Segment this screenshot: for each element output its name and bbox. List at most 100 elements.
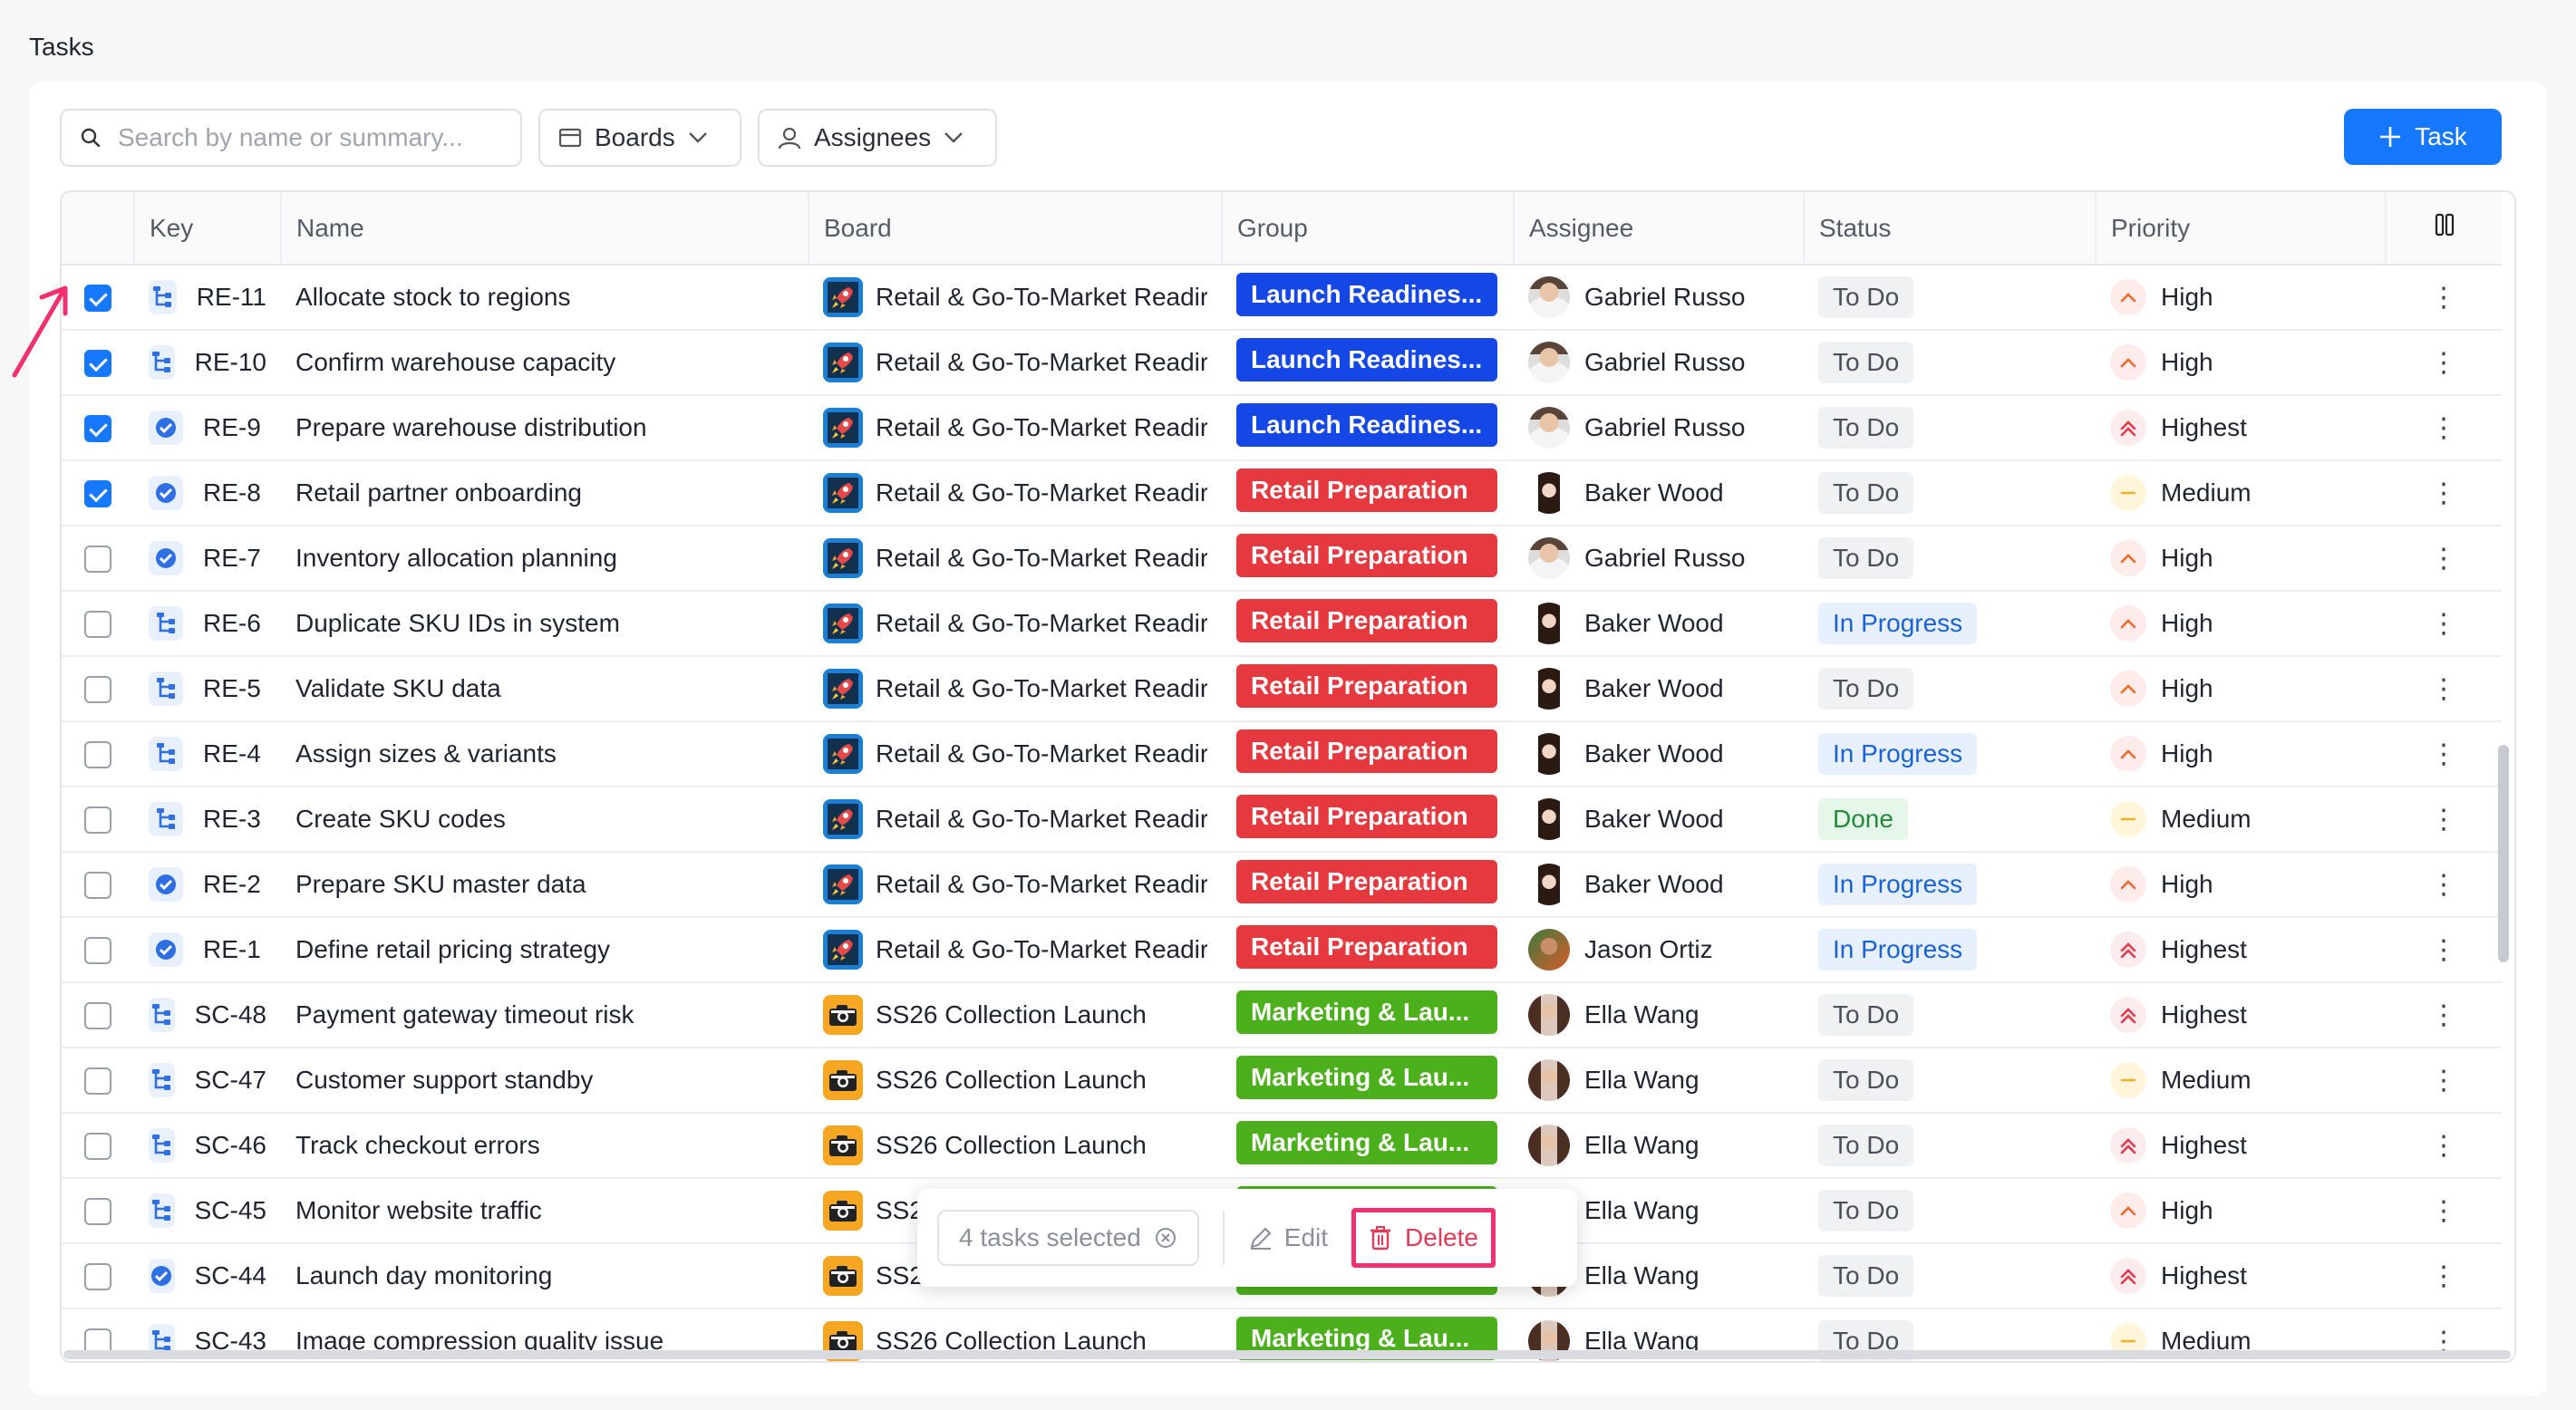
row-checkbox[interactable] (84, 1002, 111, 1030)
status-badge[interactable]: To Do (1818, 1125, 1914, 1166)
edit-button[interactable]: Edit (1248, 1223, 1328, 1252)
row-actions-icon[interactable]: ⋮ (2386, 721, 2502, 787)
priority-label[interactable]: High (2161, 870, 2213, 899)
task-name[interactable]: Assign sizes & variants (295, 739, 557, 768)
task-key[interactable]: RE-8 (203, 478, 261, 507)
row-actions-icon[interactable]: ⋮ (2386, 526, 2502, 592)
assignee-name[interactable]: Baker Wood (1584, 478, 1724, 507)
priority-label[interactable]: Highest (2161, 1261, 2247, 1290)
board-name[interactable]: Retail & Go-To-Market Readir (876, 935, 1207, 964)
assignee-name[interactable]: Baker Wood (1584, 609, 1724, 638)
status-badge[interactable]: In Progress (1818, 929, 1978, 971)
task-key[interactable]: SC-47 (195, 1066, 266, 1095)
task-name[interactable]: Launch day monitoring (295, 1261, 552, 1289)
row-actions-icon[interactable]: ⋮ (2386, 1113, 2502, 1179)
assignee-name[interactable]: Ella Wang (1584, 1261, 1700, 1290)
task-key[interactable]: RE-2 (203, 870, 261, 899)
group-tag[interactable]: Marketing & Lau... (1236, 1120, 1497, 1164)
column-header-status[interactable]: Status (1804, 192, 2097, 266)
search-box[interactable] (60, 109, 522, 167)
delete-button[interactable]: Delete (1351, 1208, 1496, 1268)
task-key[interactable]: RE-9 (203, 413, 261, 442)
priority-label[interactable]: Highest (2161, 1000, 2247, 1029)
group-tag[interactable]: Launch Readines... (1236, 402, 1497, 447)
status-badge[interactable]: To Do (1818, 342, 1914, 383)
assignee-name[interactable]: Gabriel Russo (1584, 348, 1745, 377)
table-row[interactable]: RE-5 Validate SKU data Retail & Go-To-Ma… (62, 656, 2502, 722)
row-checkbox[interactable] (84, 1198, 111, 1226)
status-badge[interactable]: To Do (1818, 668, 1914, 710)
row-checkbox[interactable] (84, 611, 111, 639)
status-badge[interactable]: To Do (1818, 537, 1914, 579)
task-key[interactable]: RE-11 (197, 283, 266, 312)
status-badge[interactable]: To Do (1818, 472, 1914, 514)
assignees-dropdown[interactable]: Assignees (758, 109, 997, 167)
column-header-key[interactable]: Key (134, 192, 282, 266)
assignee-name[interactable]: Gabriel Russo (1584, 544, 1745, 573)
table-row[interactable]: RE-1 Define retail pricing strategy Reta… (62, 917, 2502, 983)
task-key[interactable]: SC-46 (195, 1131, 266, 1160)
row-actions-icon[interactable]: ⋮ (2386, 460, 2502, 526)
table-row[interactable]: RE-7 Inventory allocation planning Retai… (62, 526, 2502, 592)
board-name[interactable]: Retail & Go-To-Market Readir (876, 609, 1207, 638)
group-tag[interactable]: Retail Preparation (1236, 663, 1497, 708)
priority-label[interactable]: High (2161, 348, 2213, 377)
add-task-button[interactable]: Task (2344, 109, 2502, 165)
boards-dropdown[interactable]: Boards (538, 109, 741, 167)
table-row[interactable]: RE-2 Prepare SKU master data Retail & Go… (62, 852, 2502, 918)
priority-label[interactable]: High (2161, 674, 2213, 703)
board-name[interactable]: SS26 Collection Launch (876, 1066, 1147, 1095)
board-name[interactable]: Retail & Go-To-Market Readir (876, 870, 1207, 899)
priority-label[interactable]: High (2161, 609, 2213, 638)
row-checkbox[interactable] (84, 1133, 111, 1161)
status-badge[interactable]: In Progress (1818, 733, 1978, 775)
row-actions-icon[interactable]: ⋮ (2386, 852, 2502, 918)
row-actions-icon[interactable]: ⋮ (2386, 656, 2502, 722)
status-badge[interactable]: To Do (1818, 1255, 1914, 1297)
row-checkbox[interactable] (84, 937, 111, 965)
status-badge[interactable]: To Do (1818, 1059, 1914, 1101)
board-name[interactable]: SS26 Collection Launch (876, 1131, 1147, 1160)
priority-label[interactable]: High (2161, 283, 2213, 312)
group-tag[interactable]: Marketing & Lau... (1236, 1055, 1497, 1099)
table-row[interactable]: RE-9 Prepare warehouse distribution Reta… (62, 395, 2502, 461)
assignee-name[interactable]: Baker Wood (1584, 674, 1724, 703)
table-row[interactable]: SC-46 Track checkout errors SS26 Collect… (62, 1113, 2502, 1179)
assignee-name[interactable]: Ella Wang (1584, 1196, 1700, 1225)
task-name[interactable]: Define retail pricing strategy (295, 935, 610, 963)
task-key[interactable]: SC-48 (195, 1000, 266, 1029)
priority-label[interactable]: Medium (2161, 478, 2252, 507)
assignee-name[interactable]: Gabriel Russo (1584, 283, 1745, 312)
assignee-name[interactable]: Baker Wood (1584, 870, 1724, 899)
row-checkbox[interactable] (84, 676, 111, 704)
column-settings[interactable] (2386, 192, 2502, 266)
row-actions-icon[interactable]: ⋮ (2386, 787, 2502, 853)
group-tag[interactable]: Retail Preparation (1236, 598, 1497, 642)
task-key[interactable]: RE-4 (203, 739, 261, 768)
task-name[interactable]: Inventory allocation planning (295, 544, 617, 572)
assignee-name[interactable]: Ella Wang (1584, 1066, 1700, 1095)
task-name[interactable]: Validate SKU data (295, 674, 501, 702)
task-name[interactable]: Customer support standby (295, 1066, 593, 1094)
task-key[interactable]: RE-7 (203, 544, 261, 573)
task-key[interactable]: RE-1 (203, 935, 261, 964)
task-key[interactable]: SC-44 (195, 1261, 266, 1290)
task-name[interactable]: Monitor website traffic (295, 1196, 542, 1224)
group-tag[interactable]: Marketing & Lau... (1236, 990, 1497, 1034)
board-name[interactable]: Retail & Go-To-Market Readir (876, 348, 1207, 377)
task-name[interactable]: Track checkout errors (295, 1131, 540, 1159)
status-badge[interactable]: Done (1818, 798, 1908, 840)
row-checkbox[interactable] (84, 546, 111, 574)
assignee-name[interactable]: Gabriel Russo (1584, 413, 1745, 442)
priority-label[interactable]: High (2161, 544, 2213, 573)
board-name[interactable]: Retail & Go-To-Market Readir (876, 413, 1207, 442)
priority-label[interactable]: Highest (2161, 935, 2247, 964)
board-name[interactable]: Retail & Go-To-Market Readir (876, 478, 1207, 507)
table-row[interactable]: RE-6 Duplicate SKU IDs in system Retail … (62, 591, 2502, 657)
group-tag[interactable]: Retail Preparation (1236, 924, 1497, 969)
column-header-group[interactable]: Group (1222, 192, 1515, 266)
row-checkbox[interactable] (84, 741, 111, 769)
task-key[interactable]: SC-45 (195, 1196, 266, 1225)
status-badge[interactable]: In Progress (1818, 603, 1978, 644)
board-name[interactable]: SS26 Collection Launch (876, 1000, 1147, 1029)
